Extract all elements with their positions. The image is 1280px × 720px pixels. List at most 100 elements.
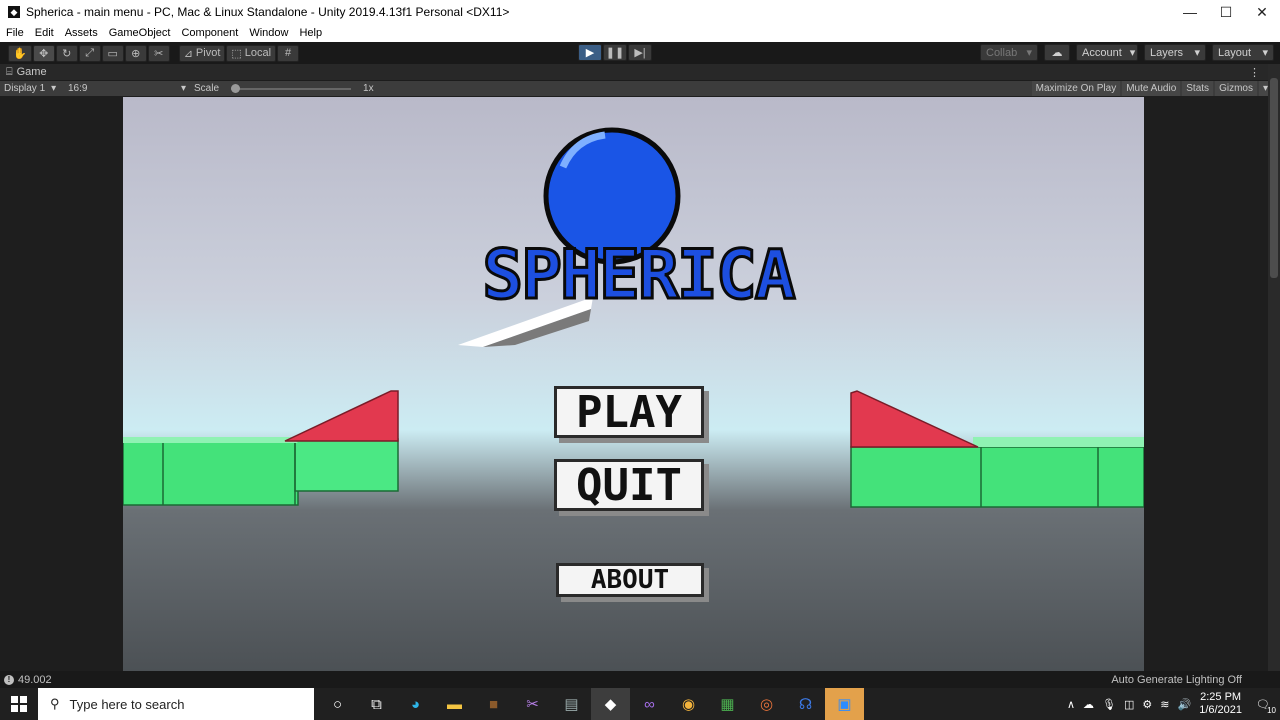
aspect-label: 16:9 [68,83,88,94]
chevron-down-icon: ▾ [1194,47,1200,59]
onedrive-icon[interactable]: ☁ [1083,698,1094,711]
game-view-bar: Display 1 ▾ 16:9 ▾ Scale 1x Maximize On … [0,81,1280,96]
layers-dropdown[interactable]: Layers ▾ [1144,44,1206,61]
chevron-down-icon: ▾ [180,83,186,94]
window-title: Spherica - main menu - PC, Mac & Linux S… [26,5,510,19]
notifications-icon[interactable]: 🗨 10 [1256,698,1276,715]
scale-tool-icon[interactable]: ⤢ [78,44,101,62]
volume-icon[interactable]: 🔊 [1178,698,1192,711]
editor-statusbar: ! 49.002 Auto Generate Lighting Off [0,671,1280,688]
local-icon: ⬚ [231,47,242,60]
layout-label: Layout [1218,46,1252,59]
pause-icon[interactable]: ❚❚ [603,44,627,61]
chevron-down-icon: ▾ [1129,47,1136,59]
headset-icon[interactable]: ☊ [786,688,825,720]
layout-dropdown[interactable]: Layout ▾ [1212,44,1274,61]
minimize-button[interactable]: — [1172,0,1208,24]
rotate-tool-icon[interactable]: ↻ [55,44,78,62]
chevron-down-icon: ▾ [1262,47,1268,59]
unity-logo-icon: ◆ [8,6,20,18]
maximize-button[interactable]: ☐ [1208,0,1244,24]
tab-game[interactable]: ⌸ Game [0,66,53,79]
scale-label: Scale [194,83,220,94]
editor-scrollbar[interactable] [1268,64,1280,671]
pivot-label: Pivot [195,47,221,59]
quit-button[interactable]: QUIT [554,459,704,511]
zoom-icon[interactable]: ▣ [825,688,864,720]
edge-browser-icon[interactable]: ◕ [396,688,435,720]
play-icon[interactable]: ▶ [578,44,602,61]
local-toggle[interactable]: ⬚ Local [226,44,277,62]
gizmos-dropdown[interactable]: Gizmos [1215,81,1257,96]
layers-label: Layers [1150,46,1184,59]
window-titlebar: ◆ Spherica - main menu - PC, Mac & Linux… [0,0,1280,24]
windows-start-icon[interactable] [0,688,38,720]
step-icon[interactable]: ▶| [628,44,652,61]
app-icon[interactable]: ▤ [552,688,591,720]
right-platform [850,390,1144,508]
media-player-icon[interactable]: ◎ [747,688,786,720]
menu-edit[interactable]: Edit [29,27,59,39]
scale-slider[interactable] [231,83,352,93]
taskbar-search-input[interactable]: ⚲ Type here to search [38,688,314,720]
unity-taskbar-icon[interactable]: ◆ [591,688,630,720]
tray-chevron-up-icon[interactable]: ∧ [1067,698,1075,711]
aspect-dropdown[interactable]: 16:9 ▾ [64,81,190,96]
account-label: Account [1082,46,1122,59]
scale-control: Scale 1x [190,81,378,96]
lighting-status[interactable]: Auto Generate Lighting Off [1111,674,1242,686]
scale-slider-thumb[interactable] [231,83,241,93]
microphone-icon[interactable]: 🎙 [1102,698,1116,711]
more-options-icon[interactable]: ⋮ [1249,66,1260,79]
maximize-on-play-toggle[interactable]: Maximize On Play [1031,81,1121,96]
menu-file[interactable]: File [0,27,29,39]
wifi-icon[interactable]: ≋ [1160,698,1169,711]
network-icon[interactable]: ◫ [1124,698,1134,711]
visual-studio-icon[interactable]: ∞ [630,688,669,720]
move-tool-icon[interactable]: ✥ [32,44,55,62]
mute-audio-toggle[interactable]: Mute Audio [1122,81,1181,96]
search-placeholder: Type here to search [69,696,185,712]
game-logo-title: SPHERICA [481,236,798,315]
local-label: Local [244,47,272,59]
collab-label: Collab [986,46,1018,59]
menu-help[interactable]: Help [293,27,327,39]
close-button[interactable]: ✕ [1244,0,1280,24]
steam-icon[interactable]: ⚙ [1142,698,1152,711]
minecraft-icon[interactable]: ■ [474,688,513,720]
chrome-icon[interactable]: ◉ [669,688,708,720]
scrollbar-thumb[interactable] [1270,78,1278,278]
search-icon: ⚲ [50,696,60,711]
right-ramp [850,390,979,448]
chevron-down-icon: ▾ [51,83,57,94]
collab-dropdown[interactable]: Collab ▾ [980,44,1038,61]
file-explorer-icon[interactable]: ▬ [435,688,474,720]
chevron-down-icon: ▾ [1026,47,1032,59]
rect-tool-icon[interactable]: ▭ [101,44,124,62]
menubar: File Edit Assets GameObject Component Wi… [0,24,1280,42]
calculator-grid-icon[interactable]: ▦ [708,688,747,720]
menu-component[interactable]: Component [175,27,243,39]
display-dropdown[interactable]: Display 1 ▾ [0,81,64,96]
menu-gameobject[interactable]: GameObject [103,27,176,39]
grid-snap-icon[interactable]: # [277,44,300,62]
hand-tool-icon[interactable]: ✋ [8,44,32,62]
scale-value: 1x [363,83,374,94]
snip-tool-icon[interactable]: ✂ [513,688,552,720]
cortana-icon[interactable]: ○ [318,688,357,720]
menu-window[interactable]: Window [243,27,293,39]
about-button[interactable]: ABOUT [556,563,704,597]
task-view-icon[interactable]: ⧉ [357,688,396,720]
custom-tool-icon[interactable]: ✂ [147,44,170,62]
taskbar-clock[interactable]: 2:25 PM 1/6/2021 [1199,691,1242,717]
game-viewport[interactable]: SPHERICA PLAY QUIT ABOUT [123,97,1144,671]
play-button[interactable]: PLAY [554,386,704,438]
left-platform [123,390,399,506]
cloud-icon[interactable]: ☁ [1044,44,1070,61]
notification-count: 10 [1267,705,1276,715]
stats-toggle[interactable]: Stats [1182,81,1214,96]
menu-assets[interactable]: Assets [59,27,103,39]
pivot-toggle[interactable]: ⊿ Pivot [178,44,226,62]
transform-tool-icon[interactable]: ⊕ [124,44,147,62]
account-dropdown[interactable]: Account ▾ [1076,44,1138,61]
